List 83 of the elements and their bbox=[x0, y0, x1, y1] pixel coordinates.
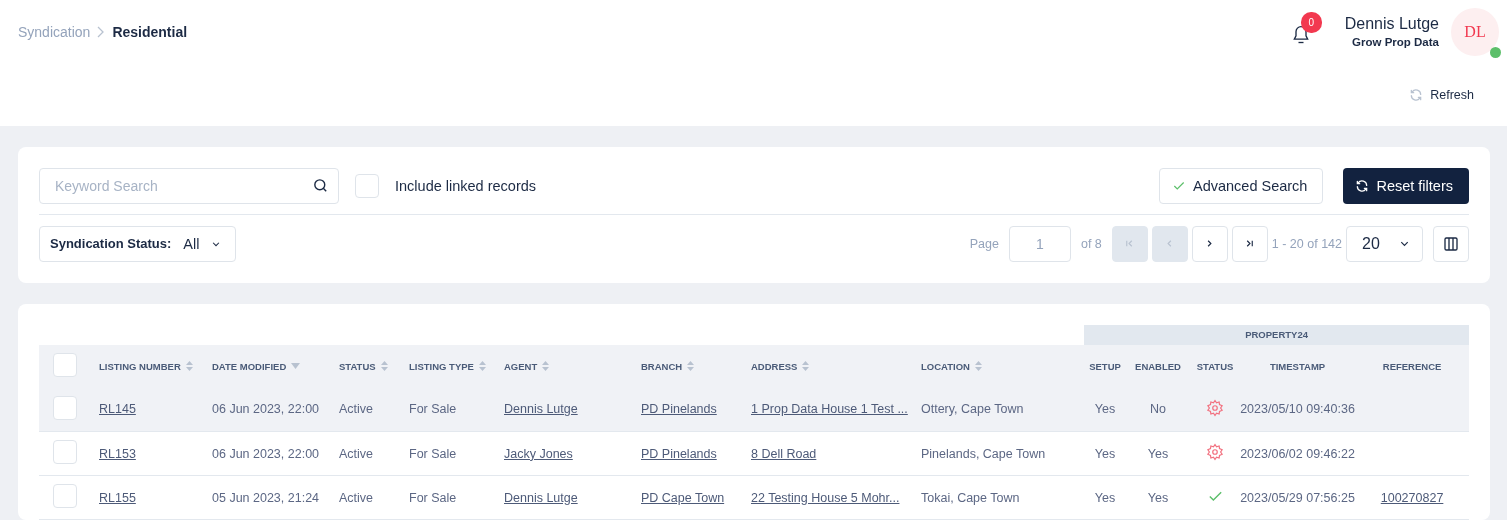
company-name: Grow Prop Data bbox=[1352, 36, 1439, 49]
column-header[interactable]: AGENT bbox=[493, 344, 630, 388]
reference-link[interactable]: 100270827 bbox=[1380, 490, 1444, 505]
column-header: STATUS bbox=[1190, 344, 1241, 388]
per-page-dropdown[interactable]: 20 bbox=[1346, 225, 1423, 262]
status-dropdown[interactable]: Syndication Status: All bbox=[39, 225, 237, 262]
table-cell: Yes bbox=[1147, 490, 1169, 505]
column-header[interactable]: LISTING TYPE bbox=[398, 344, 493, 388]
refresh-icon bbox=[1409, 87, 1424, 102]
table-cell: Ottery, Cape Town bbox=[921, 402, 1024, 417]
table-cell: Active bbox=[339, 446, 374, 461]
checkbox-label: Include linked records bbox=[395, 177, 537, 194]
listing-link[interactable]: RL145 bbox=[99, 402, 136, 417]
agent-link[interactable]: Jacky Jones bbox=[504, 446, 573, 461]
refresh-button[interactable]: Refresh bbox=[1409, 87, 1474, 102]
table-cell: Yes bbox=[1094, 490, 1116, 505]
pagination-button[interactable] bbox=[1231, 225, 1268, 262]
table-cell: 2023/05/10 09:40:36 bbox=[1240, 402, 1355, 417]
last-page-icon bbox=[1244, 238, 1256, 249]
listing-link[interactable]: RL155 bbox=[99, 490, 136, 505]
row-checkbox[interactable] bbox=[53, 484, 77, 508]
column-header[interactable]: LISTING NUMBER bbox=[88, 344, 201, 388]
table-row[interactable]: RL153 06 Jun 2023, 22:00 Active For Sale Jacky Jones PD Pinelands 8 Dell Road Pinelands, Cape Town Yes Yes 2023/06/02 09:46:22 bbox=[39, 431, 1470, 476]
avatar[interactable]: DL bbox=[1451, 7, 1499, 56]
checkbox[interactable] bbox=[355, 173, 379, 198]
pagination-button[interactable] bbox=[1191, 225, 1228, 262]
group-header: PROPERTY24 bbox=[1084, 324, 1470, 345]
branch-link[interactable]: PD Pinelands bbox=[641, 402, 717, 417]
select-all-checkbox[interactable] bbox=[53, 353, 77, 377]
column-header: REFERENCE bbox=[1355, 344, 1470, 388]
bell-icon[interactable] bbox=[1290, 23, 1311, 46]
table-cell: Pinelands, Cape Town bbox=[921, 446, 1046, 461]
table-cell: Tokai, Cape Town bbox=[921, 490, 1020, 505]
table-cell: For Sale bbox=[409, 402, 457, 417]
column-header: ENABLED bbox=[1126, 344, 1191, 388]
row-checkbox[interactable] bbox=[53, 395, 77, 420]
branch-link[interactable]: PD Pinelands bbox=[641, 446, 717, 461]
column-header: SETUP bbox=[1084, 344, 1127, 388]
table-cell: 05 Jun 2023, 21:24 bbox=[212, 490, 320, 505]
listing-link[interactable]: RL153 bbox=[99, 446, 136, 461]
address-link[interactable]: 8 Dell Road bbox=[751, 446, 817, 461]
column-header[interactable]: BRANCH bbox=[630, 344, 740, 388]
table-cell: No bbox=[1150, 402, 1166, 417]
column-header: TIMESTAMP bbox=[1240, 344, 1356, 388]
notification-badge: 0 bbox=[1300, 11, 1322, 33]
range-text: 1 - 20 of 142 bbox=[1271, 236, 1342, 251]
column-header[interactable]: DATE MODIFIED bbox=[201, 344, 328, 388]
columns-button[interactable] bbox=[1433, 225, 1469, 262]
chevron-right-icon bbox=[97, 25, 106, 38]
column-header[interactable]: STATUS bbox=[328, 344, 398, 388]
table-cell: 06 Jun 2023, 22:00 bbox=[212, 402, 320, 417]
table-cell: Active bbox=[339, 402, 374, 417]
table-row[interactable]: RL155 05 Jun 2023, 21:24 Active For Sale Dennis Lutge PD Cape Town 22 Testing House 5 Mohr... Tokai, Cape Town Yes Yes 2023/05/29 07:56:25 100270827 bbox=[39, 475, 1470, 520]
branch-link[interactable]: PD Cape Town bbox=[641, 490, 725, 505]
address-link[interactable]: 22 Testing House 5 Mohr... bbox=[751, 490, 900, 505]
table-cell: 06 Jun 2023, 22:00 bbox=[212, 446, 320, 461]
search-icon bbox=[312, 176, 329, 194]
breadcrumb-current: Residential bbox=[112, 23, 188, 40]
gear-icon bbox=[1206, 443, 1225, 461]
table-cell: For Sale bbox=[409, 490, 457, 505]
page-count: of 8 bbox=[1080, 236, 1102, 251]
refresh-icon bbox=[1355, 178, 1370, 193]
page-label: Page bbox=[969, 236, 999, 251]
table-cell: Active bbox=[339, 490, 374, 505]
table-cell: Yes bbox=[1147, 446, 1169, 461]
agent-link[interactable]: Dennis Lutge bbox=[504, 490, 578, 505]
address-link[interactable]: 1 Prop Data House 1 Test ... bbox=[751, 402, 908, 417]
table-cell: Yes bbox=[1094, 402, 1116, 417]
advanced-search-button[interactable]: Advanced Search bbox=[1158, 167, 1324, 204]
gear-icon bbox=[1206, 398, 1225, 417]
column-header[interactable]: ADDRESS bbox=[740, 344, 910, 388]
table-cell: Yes bbox=[1094, 446, 1116, 461]
column-header[interactable]: LOCATION bbox=[910, 344, 1085, 388]
table-cell: For Sale bbox=[409, 446, 457, 461]
search-field[interactable]: Keyword Search bbox=[39, 167, 339, 204]
table-cell: 2023/05/29 07:56:25 bbox=[1240, 490, 1355, 505]
row-checkbox[interactable] bbox=[53, 440, 77, 464]
table-row[interactable]: RL145 06 Jun 2023, 22:00 Active For Sale Dennis Lutge PD Pinelands 1 Prop Data House 1 Test ... Ottery, Cape Town Yes No 2023/05/10 09:40:36 bbox=[39, 387, 1470, 432]
agent-link[interactable]: Dennis Lutge bbox=[504, 402, 578, 417]
reset-filters-button[interactable]: Reset filters bbox=[1343, 167, 1469, 204]
user-name: Dennis Lutge bbox=[1344, 15, 1439, 34]
table-cell: 2023/06/02 09:46:22 bbox=[1240, 446, 1355, 461]
columns-icon bbox=[1443, 235, 1459, 252]
